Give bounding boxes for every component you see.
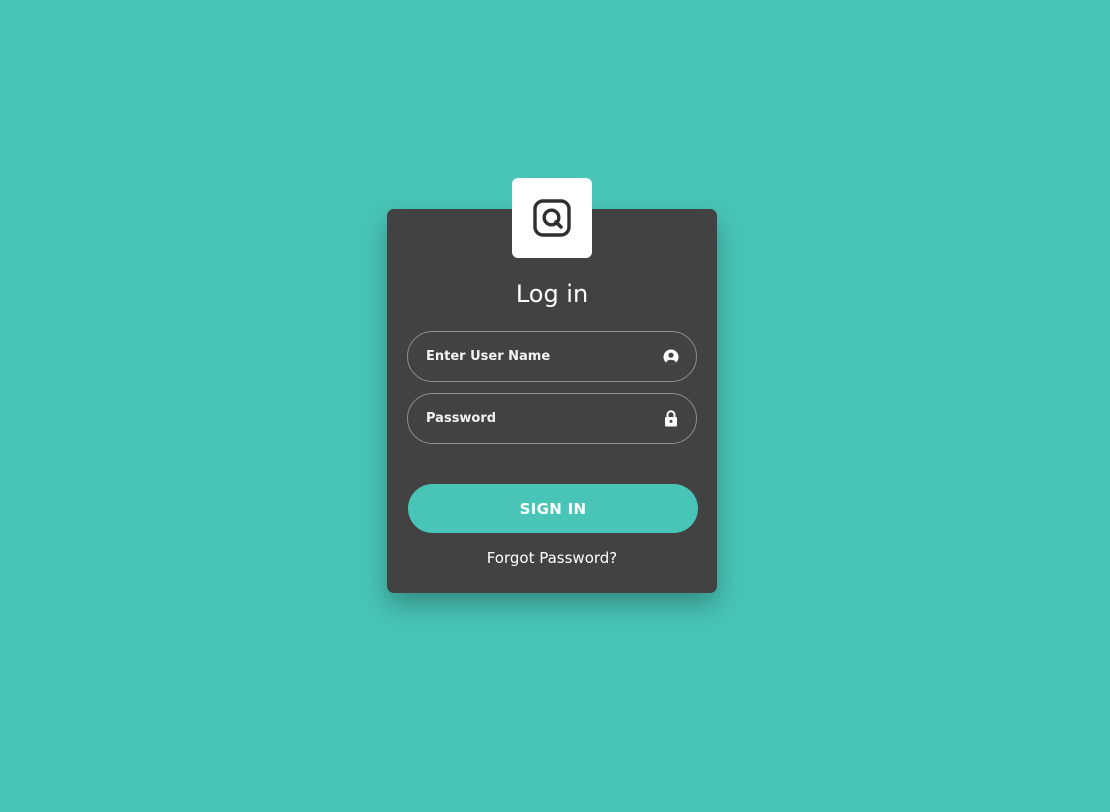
lock-icon bbox=[662, 410, 679, 427]
password-field[interactable] bbox=[407, 393, 697, 444]
username-input[interactable] bbox=[426, 332, 662, 381]
logo bbox=[512, 178, 592, 258]
user-circle-icon bbox=[662, 348, 679, 365]
login-title: Log in bbox=[515, 280, 589, 308]
sign-in-button[interactable]: SIGN IN bbox=[408, 484, 698, 533]
password-input[interactable] bbox=[426, 394, 662, 443]
username-field[interactable] bbox=[407, 331, 697, 382]
app-logo-icon bbox=[533, 199, 571, 237]
login-card: Log in SIGN IN Fo bbox=[387, 178, 717, 593]
forgot-password-link[interactable]: Forgot Password? bbox=[387, 548, 717, 568]
